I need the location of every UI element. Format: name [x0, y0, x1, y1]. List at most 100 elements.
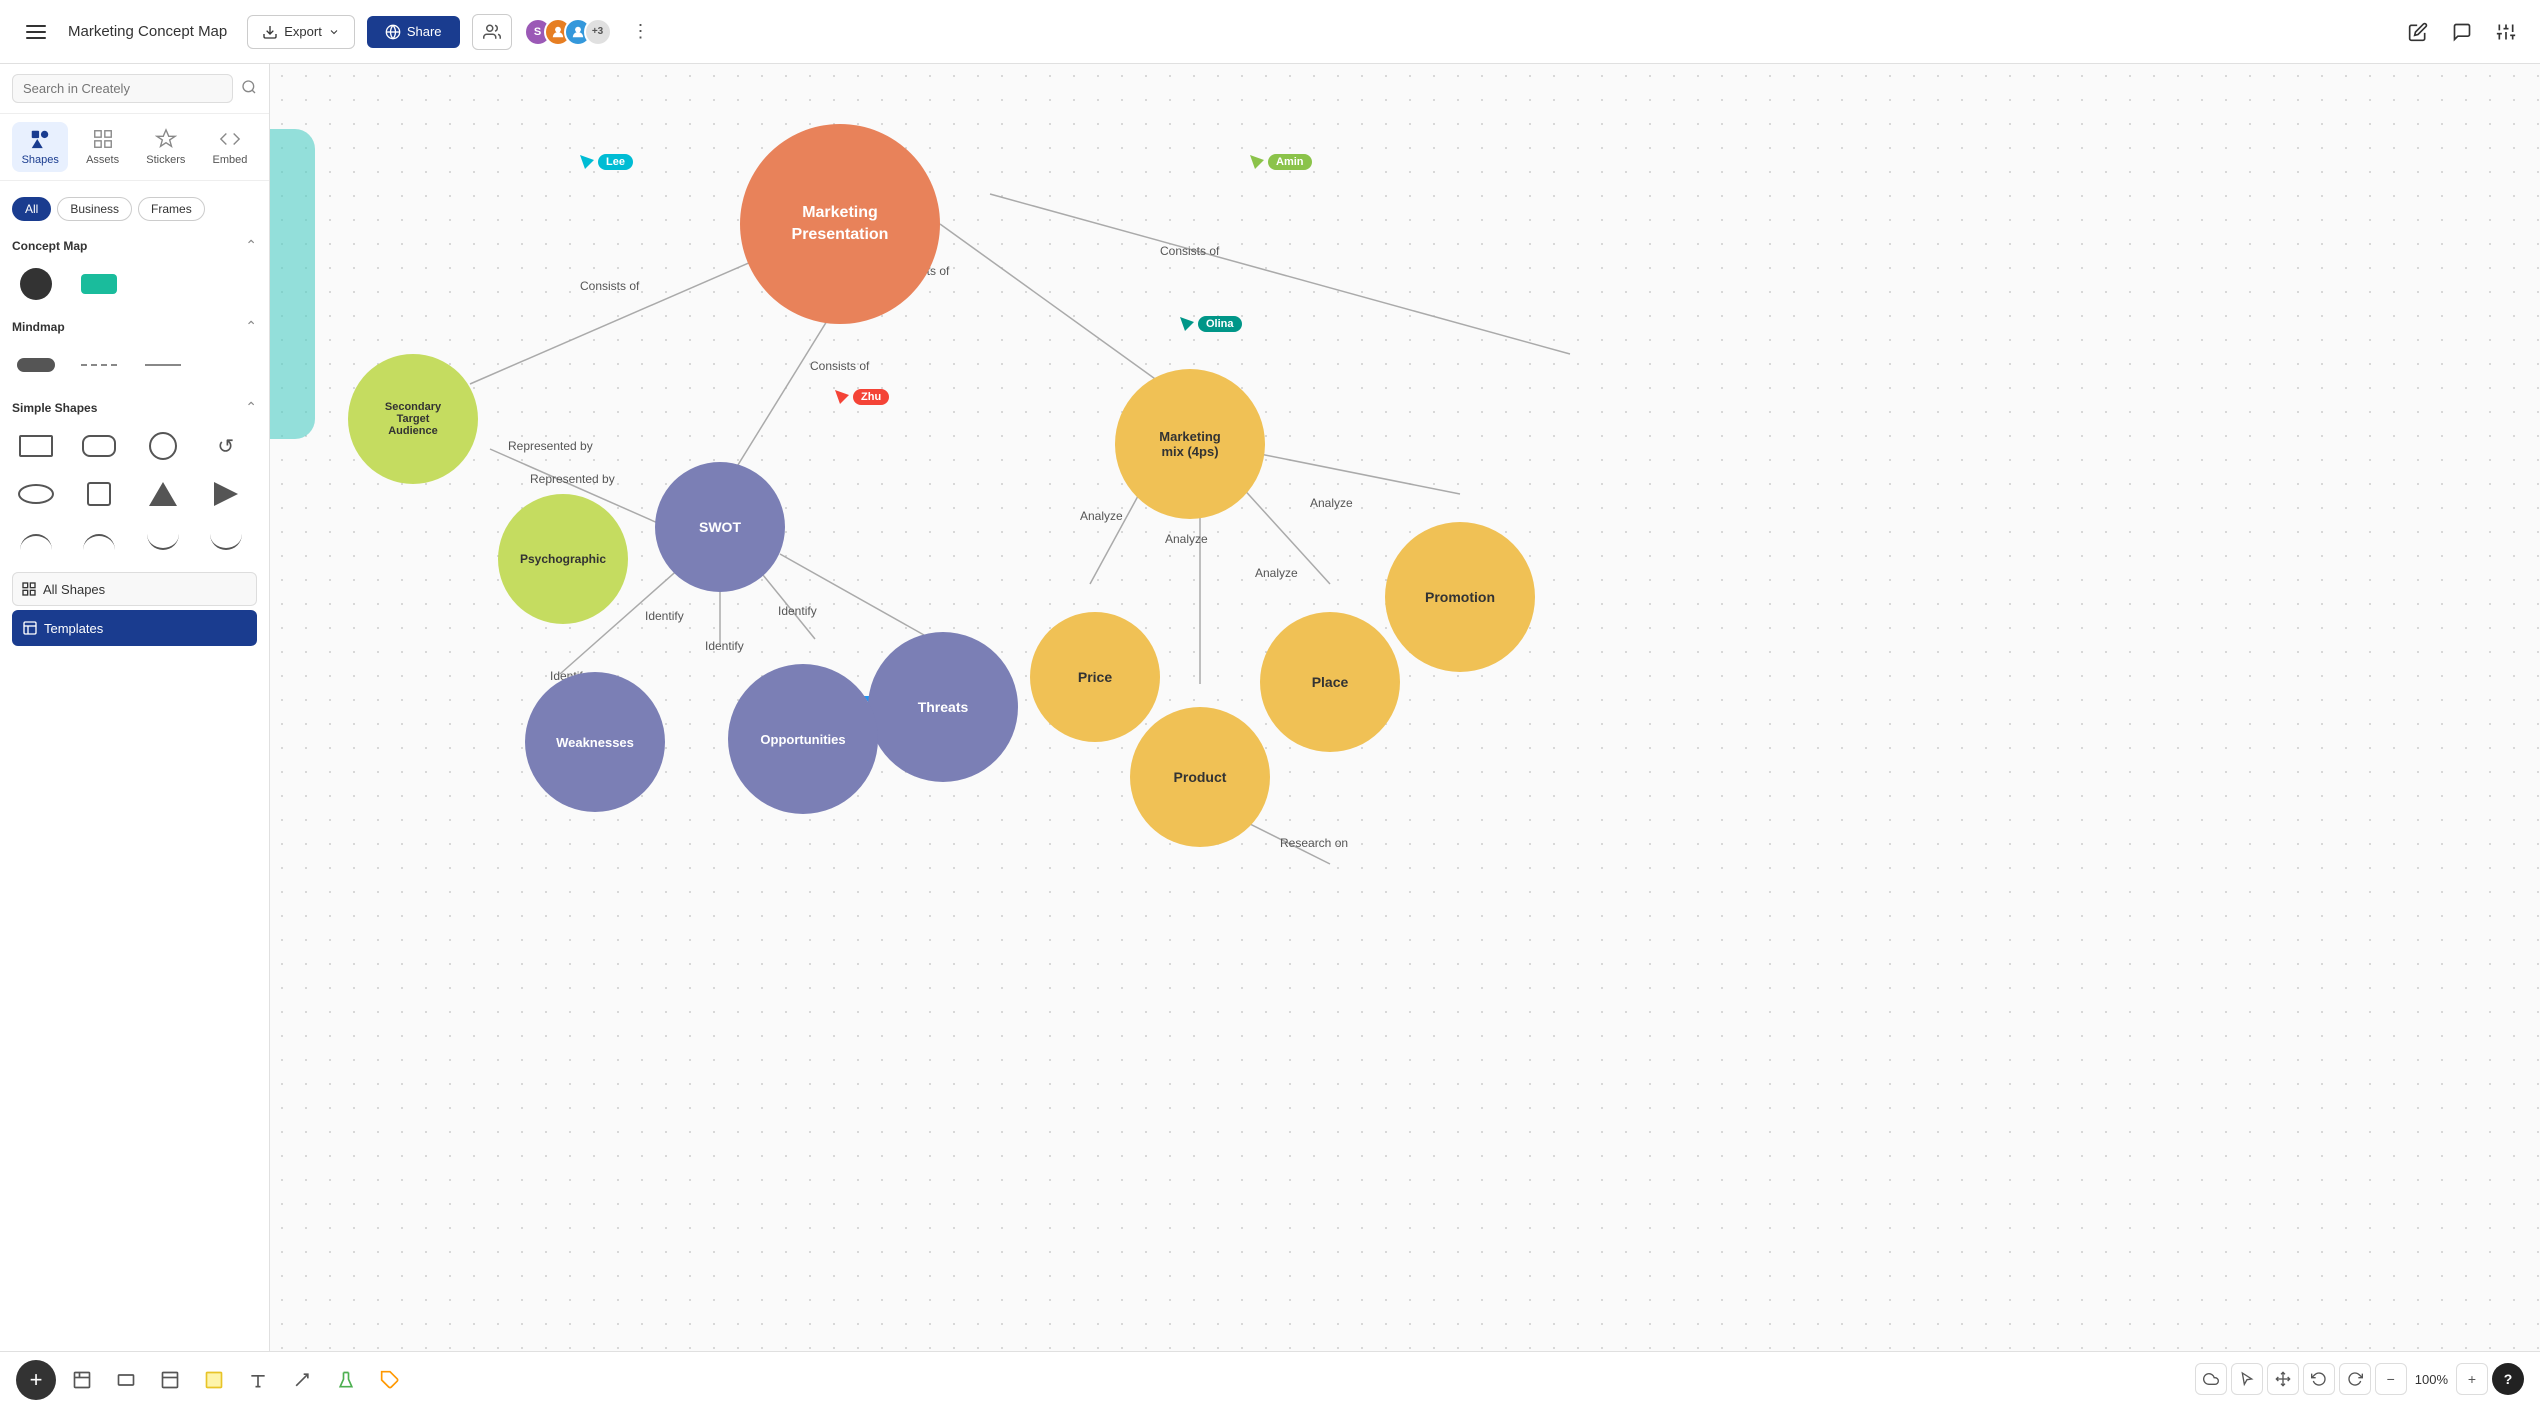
edge-label-identify-2: Identify [705, 639, 744, 653]
toggle-concept-map[interactable]: ⌃ [245, 237, 257, 254]
filter-business[interactable]: Business [57, 197, 132, 221]
shape-square[interactable] [75, 474, 123, 514]
search-input[interactable] [12, 74, 233, 103]
search-icon [241, 79, 257, 95]
bottom-right-controls: − 100% + ? [2195, 1363, 2524, 1395]
templates-button[interactable]: Templates [12, 610, 257, 646]
shape-line-dash[interactable] [75, 345, 123, 385]
comment-icon [2452, 22, 2472, 42]
add-button[interactable]: + [16, 1360, 56, 1400]
shape-arc-up[interactable] [12, 522, 60, 562]
node-threats[interactable]: Threats [868, 632, 1018, 782]
rectangle-icon [116, 1370, 136, 1390]
shape-rect-outline[interactable] [12, 426, 60, 466]
node-opportunities[interactable]: Opportunities [728, 664, 878, 814]
move-button[interactable] [2267, 1363, 2299, 1395]
filter-frames[interactable]: Frames [138, 197, 205, 221]
sliders-icon [2496, 22, 2516, 42]
node-place[interactable]: Place [1260, 612, 1400, 752]
shape-arc-up2[interactable] [75, 522, 123, 562]
zoom-out-button[interactable]: − [2375, 1363, 2407, 1395]
shape-ellipse[interactable] [12, 474, 60, 514]
export-icon [262, 24, 278, 40]
bottom-toolbar: + [0, 1351, 2540, 1407]
edge-label-analyze-1: Analyze [1080, 509, 1123, 523]
cloud-save-button[interactable] [2195, 1363, 2227, 1395]
tag-tool[interactable] [372, 1362, 408, 1398]
avatar-plus: +3 [584, 18, 612, 46]
header: Marketing Concept Map Export Share S +3 … [0, 0, 2540, 64]
shapes-icon [29, 128, 51, 150]
export-button[interactable]: Export [247, 15, 355, 49]
node-psychographic[interactable]: Psychographic [498, 494, 628, 624]
node-product[interactable]: Product [1130, 707, 1270, 847]
settings-icon-button[interactable] [2488, 14, 2524, 50]
shape-pill[interactable] [12, 345, 60, 385]
node-secondary-target[interactable]: SecondaryTargetAudience [348, 354, 478, 484]
cursor-name-amin: Amin [1268, 154, 1312, 170]
shape-circle-filled[interactable] [12, 264, 60, 304]
cursor-select-button[interactable] [2231, 1363, 2263, 1395]
node-price[interactable]: Price [1030, 612, 1160, 742]
note-tool[interactable] [196, 1362, 232, 1398]
left-panel: Shapes Assets Stickers Embed All Busines… [0, 64, 270, 1407]
edge-label-analyze-4: Analyze [1310, 496, 1353, 510]
node-weaknesses[interactable]: Weaknesses [525, 672, 665, 812]
zoom-in-button[interactable]: + [2456, 1363, 2488, 1395]
section-simple-shapes: Simple Shapes ⌃ [0, 391, 269, 420]
tab-shapes[interactable]: Shapes [12, 122, 68, 172]
shape-undo[interactable]: ↺ [202, 426, 250, 466]
tab-assets[interactable]: Assets [76, 122, 128, 172]
shape-right-triangle[interactable] [202, 474, 250, 514]
undo-icon [2311, 1371, 2327, 1387]
shape-line-solid[interactable] [139, 345, 187, 385]
share-button[interactable]: Share [367, 16, 460, 48]
embed-icon [219, 128, 241, 150]
frame-tool[interactable] [64, 1362, 100, 1398]
psychographic-bg [270, 129, 315, 439]
edge-label-consists-3: Consists of [1160, 244, 1219, 258]
menu-button[interactable] [16, 12, 56, 52]
redo-button[interactable] [2339, 1363, 2371, 1395]
rectangle-tool[interactable] [108, 1362, 144, 1398]
node-promotion[interactable]: Promotion [1385, 522, 1535, 672]
line-tool[interactable] [284, 1362, 320, 1398]
edge-label-identify-3: Identify [778, 604, 817, 618]
search-button[interactable] [241, 79, 257, 98]
text-tool[interactable] [240, 1362, 276, 1398]
cursor-triangle-lee [580, 155, 594, 169]
tab-stickers[interactable]: Stickers [137, 122, 195, 172]
sticky-tool[interactable] [152, 1362, 188, 1398]
node-marketing-presentation[interactable]: MarketingPresentation [740, 124, 940, 324]
all-shapes-button[interactable]: All Shapes [12, 572, 257, 606]
note-icon [204, 1370, 224, 1390]
shape-rect-rounded[interactable] [75, 426, 123, 466]
collab-button[interactable] [472, 14, 512, 50]
toggle-mindmap[interactable]: ⌃ [245, 318, 257, 335]
canvas-area[interactable]: Consists of Consists of Consists of Cons… [270, 64, 2540, 1351]
tab-embed[interactable]: Embed [203, 122, 257, 172]
shape-rect-teal[interactable] [75, 264, 123, 304]
simple-shapes-grid: ↺ [0, 420, 269, 568]
shape-arc-down2[interactable] [202, 522, 250, 562]
node-swot[interactable]: SWOT [655, 462, 785, 592]
undo-button[interactable] [2303, 1363, 2335, 1395]
filter-all[interactable]: All [12, 197, 51, 221]
grid-icon [21, 581, 37, 597]
cursor-icon [2239, 1371, 2255, 1387]
node-marketing-mix[interactable]: Marketingmix (4ps) [1115, 369, 1265, 519]
help-button[interactable]: ? [2492, 1363, 2524, 1395]
shape-triangle[interactable] [139, 474, 187, 514]
comment-icon-button[interactable] [2444, 14, 2480, 50]
shape-arc-down[interactable] [139, 522, 187, 562]
edge-label-consists-4: Consists of [810, 359, 869, 373]
cursor-olina: Olina [1180, 316, 1242, 332]
cursor-name-lee: Lee [598, 154, 633, 170]
sticky-icon [160, 1370, 180, 1390]
flask-tool[interactable] [328, 1362, 364, 1398]
edit-icon-button[interactable] [2400, 14, 2436, 50]
shape-circle-outline[interactable] [139, 426, 187, 466]
more-options-button[interactable]: ⋮ [624, 13, 658, 50]
cursor-triangle-olina [1180, 317, 1194, 331]
toggle-simple-shapes[interactable]: ⌃ [245, 399, 257, 416]
